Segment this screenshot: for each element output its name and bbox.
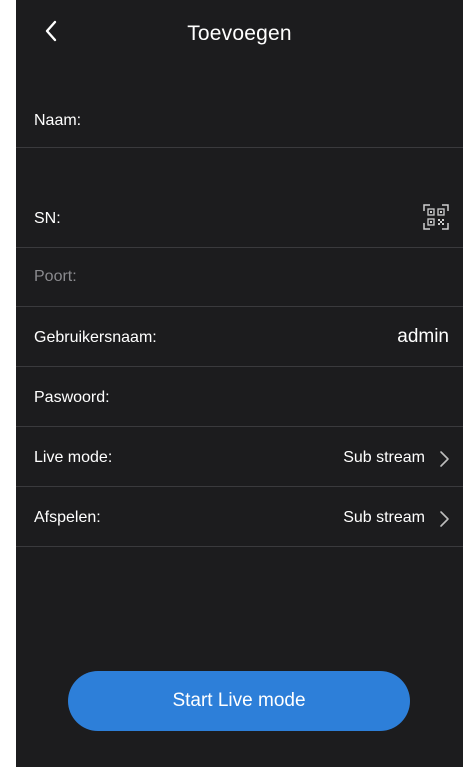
name-row[interactable]: Naam: xyxy=(16,92,463,148)
live-mode-row[interactable]: Live mode: Sub stream xyxy=(16,427,463,487)
name-label: Naam: xyxy=(34,112,82,129)
app-screen: Toevoegen Naam: SN: Poort: Gebruikersnaa… xyxy=(16,0,463,767)
port-label: Poort: xyxy=(34,268,77,285)
live-mode-value: Sub stream xyxy=(343,449,425,466)
chevron-right-icon xyxy=(440,511,449,527)
live-mode-label: Live mode: xyxy=(34,449,113,466)
username-label: Gebruikersnaam: xyxy=(34,329,157,346)
start-live-mode-button[interactable]: Start Live mode xyxy=(68,671,410,731)
sn-label: SN: xyxy=(34,210,61,227)
playback-label: Afspelen: xyxy=(34,509,101,526)
playback-row[interactable]: Afspelen: Sub stream xyxy=(16,487,463,547)
sn-row[interactable]: SN: xyxy=(16,148,463,248)
username-row[interactable]: Gebruikersnaam: admin xyxy=(16,307,463,367)
port-row[interactable]: Poort: xyxy=(16,248,463,307)
qr-scan-icon[interactable] xyxy=(423,204,449,230)
header: Toevoegen xyxy=(16,0,463,70)
playback-value: Sub stream xyxy=(343,509,425,526)
password-label: Paswoord: xyxy=(34,389,110,406)
page-title: Toevoegen xyxy=(187,22,292,45)
username-value: admin xyxy=(397,326,449,347)
chevron-right-icon xyxy=(440,451,449,467)
password-row[interactable]: Paswoord: xyxy=(16,367,463,427)
